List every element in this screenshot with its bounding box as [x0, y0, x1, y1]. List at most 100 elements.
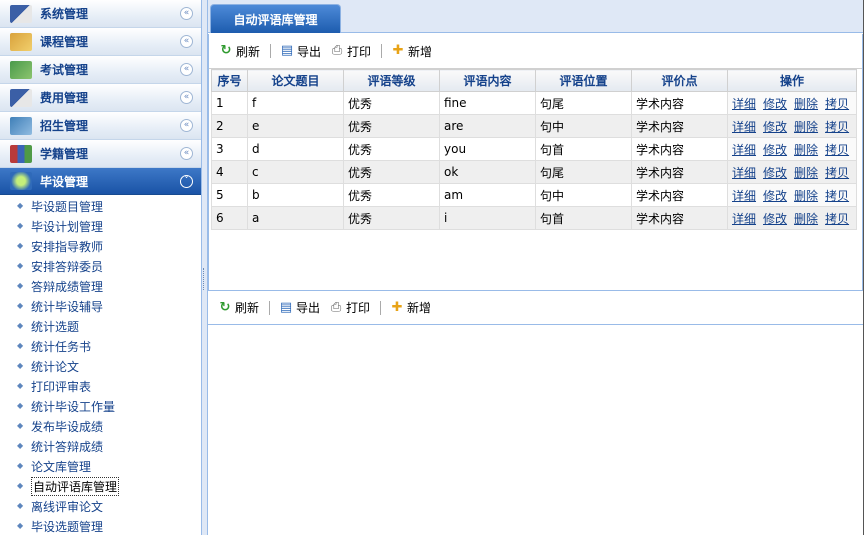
- collapse-chevron-icon[interactable]: «: [180, 63, 193, 76]
- edit-link[interactable]: 修改: [763, 166, 787, 180]
- table-row[interactable]: 6 a 优秀 i 句首 学术内容 详细 修改 删除 拷贝: [211, 206, 857, 230]
- table-row[interactable]: 4 c 优秀 ok 句尾 学术内容 详细 修改 删除 拷贝: [211, 160, 857, 184]
- table-row[interactable]: 1 f 优秀 fine 句尾 学术内容 详细 修改 删除 拷贝: [211, 91, 857, 115]
- column-header[interactable]: 评语内容: [439, 69, 536, 92]
- table-row[interactable]: 2 e 优秀 are 句中 学术内容 详细 修改 删除 拷贝: [211, 114, 857, 138]
- tab-auto-comment-library[interactable]: 自动评语库管理: [210, 4, 341, 33]
- menu-group-student-records[interactable]: 学籍管理 «: [0, 140, 201, 168]
- delete-link[interactable]: 删除: [794, 189, 818, 203]
- print-button[interactable]: ⎙ 打印: [325, 298, 373, 318]
- refresh-button[interactable]: ↻ 刷新: [215, 41, 263, 61]
- copy-link[interactable]: 拷贝: [825, 143, 849, 157]
- table-row[interactable]: 5 b 优秀 am 句中 学术内容 详细 修改 删除 拷贝: [211, 183, 857, 207]
- course-box-icon: [10, 32, 32, 51]
- detail-link[interactable]: 详细: [732, 143, 756, 157]
- delete-link[interactable]: 删除: [794, 166, 818, 180]
- menu-group-graduation-project[interactable]: 毕设管理 ˅: [0, 168, 201, 195]
- copy-link[interactable]: 拷贝: [825, 120, 849, 134]
- sidebar-item[interactable]: ◆ 统计答辩成绩: [0, 436, 201, 456]
- sidebar-item[interactable]: ◆ 论文库管理: [0, 456, 201, 476]
- table-cell: 句首: [535, 206, 632, 230]
- table-cell: 句中: [535, 183, 632, 207]
- expand-chevron-down-icon[interactable]: ˅: [180, 175, 193, 188]
- collapse-chevron-icon[interactable]: «: [180, 35, 193, 48]
- sidebar-item[interactable]: ◆ 统计选题: [0, 316, 201, 336]
- sidebar-item[interactable]: ◆ 发布毕设成绩: [0, 416, 201, 436]
- table-cell: 学术内容: [631, 114, 728, 138]
- add-plus-icon: ✚: [391, 299, 403, 315]
- sidebar-item[interactable]: ◆ 答辩成绩管理: [0, 276, 201, 296]
- bullet-diamond-icon: ◆: [17, 261, 24, 270]
- column-header[interactable]: 操作: [727, 69, 857, 92]
- bullet-diamond-icon: ◆: [17, 441, 24, 450]
- delete-link[interactable]: 删除: [794, 143, 818, 157]
- edit-link[interactable]: 修改: [763, 97, 787, 111]
- sidebar-item[interactable]: ◆ 安排指导教师: [0, 236, 201, 256]
- print-button[interactable]: ⎙ 打印: [326, 41, 374, 61]
- sidebar-item[interactable]: ◆ 离线评审论文: [0, 496, 201, 516]
- sidebar-item[interactable]: ◆ 毕设选题管理: [0, 516, 201, 535]
- table-row[interactable]: 3 d 优秀 you 句首 学术内容 详细 修改 删除 拷贝: [211, 137, 857, 161]
- bullet-diamond-icon: ◆: [17, 221, 24, 230]
- collapse-chevron-icon[interactable]: «: [180, 147, 193, 160]
- copy-link[interactable]: 拷贝: [825, 166, 849, 180]
- detail-link[interactable]: 详细: [732, 212, 756, 226]
- sidebar-item[interactable]: ◆ 统计毕设辅导: [0, 296, 201, 316]
- edit-link[interactable]: 修改: [763, 120, 787, 134]
- sidebar-item[interactable]: ◆ 统计任务书: [0, 336, 201, 356]
- column-header[interactable]: 评价点: [631, 69, 728, 92]
- add-button[interactable]: ✚ 新增: [386, 298, 434, 318]
- detail-link[interactable]: 详细: [732, 166, 756, 180]
- sidebar-item[interactable]: ◆ 毕设题目管理: [0, 196, 201, 216]
- menu-group-enrollment[interactable]: 招生管理 «: [0, 112, 201, 140]
- sidebar-item[interactable]: ◆ 统计毕设工作量: [0, 396, 201, 416]
- splitter-grip-icon[interactable]: [203, 268, 206, 290]
- sidebar-item[interactable]: ◆ 毕设计划管理: [0, 216, 201, 236]
- copy-link[interactable]: 拷贝: [825, 97, 849, 111]
- edit-link[interactable]: 修改: [763, 189, 787, 203]
- collapse-chevron-icon[interactable]: «: [180, 7, 193, 20]
- sidebar-item-label: 毕设选题管理: [31, 519, 104, 534]
- detail-link[interactable]: 详细: [732, 97, 756, 111]
- column-header[interactable]: 评语位置: [535, 69, 632, 92]
- refresh-button[interactable]: ↻ 刷新: [214, 298, 262, 318]
- enrollment-icon: [10, 116, 32, 135]
- edit-link[interactable]: 修改: [763, 143, 787, 157]
- detail-link[interactable]: 详细: [732, 120, 756, 134]
- refresh-label: 刷新: [235, 301, 260, 315]
- sidebar-item-label: 离线评审论文: [31, 499, 104, 514]
- sidebar-item[interactable]: ◆ 打印评审表: [0, 376, 201, 396]
- menu-group-label: 毕设管理: [40, 174, 89, 189]
- add-button[interactable]: ✚ 新增: [387, 41, 435, 61]
- table-cell: 学术内容: [631, 206, 728, 230]
- delete-link[interactable]: 删除: [794, 212, 818, 226]
- table-cell: b: [247, 183, 344, 207]
- menu-group-system[interactable]: 系统管理 «: [0, 0, 201, 28]
- column-header[interactable]: 评语等级: [343, 69, 440, 92]
- detail-link[interactable]: 详细: [732, 189, 756, 203]
- edit-link[interactable]: 修改: [763, 212, 787, 226]
- export-button[interactable]: ▤ 导出: [275, 298, 323, 318]
- copy-link[interactable]: 拷贝: [825, 189, 849, 203]
- sidebar-item[interactable]: ◆ 自动评语库管理: [0, 476, 201, 496]
- table-cell: 句中: [535, 114, 632, 138]
- collapse-chevron-icon[interactable]: «: [180, 119, 193, 132]
- sidebar-item[interactable]: ◆ 统计论文: [0, 356, 201, 376]
- collapse-chevron-icon[interactable]: «: [180, 91, 193, 104]
- sidebar-item-label: 统计选题: [31, 319, 80, 334]
- table-empty-area: [212, 230, 857, 290]
- menu-group-exam[interactable]: 考试管理 «: [0, 56, 201, 84]
- export-button[interactable]: ▤ 导出: [276, 41, 324, 61]
- delete-link[interactable]: 删除: [794, 97, 818, 111]
- menu-group-fee[interactable]: 费用管理 «: [0, 84, 201, 112]
- delete-link[interactable]: 删除: [794, 120, 818, 134]
- table-cell: 优秀: [343, 160, 440, 184]
- menu-group-course[interactable]: 课程管理 «: [0, 28, 201, 56]
- column-header[interactable]: 序号: [211, 69, 248, 92]
- table-cell: 5: [211, 183, 248, 207]
- sidebar-item-label: 安排指导教师: [31, 239, 104, 254]
- copy-link[interactable]: 拷贝: [825, 212, 849, 226]
- column-header[interactable]: 论文题目: [247, 69, 344, 92]
- sidebar-item[interactable]: ◆ 安排答辩委员: [0, 256, 201, 276]
- sidebar-item-label: 打印评审表: [31, 379, 92, 394]
